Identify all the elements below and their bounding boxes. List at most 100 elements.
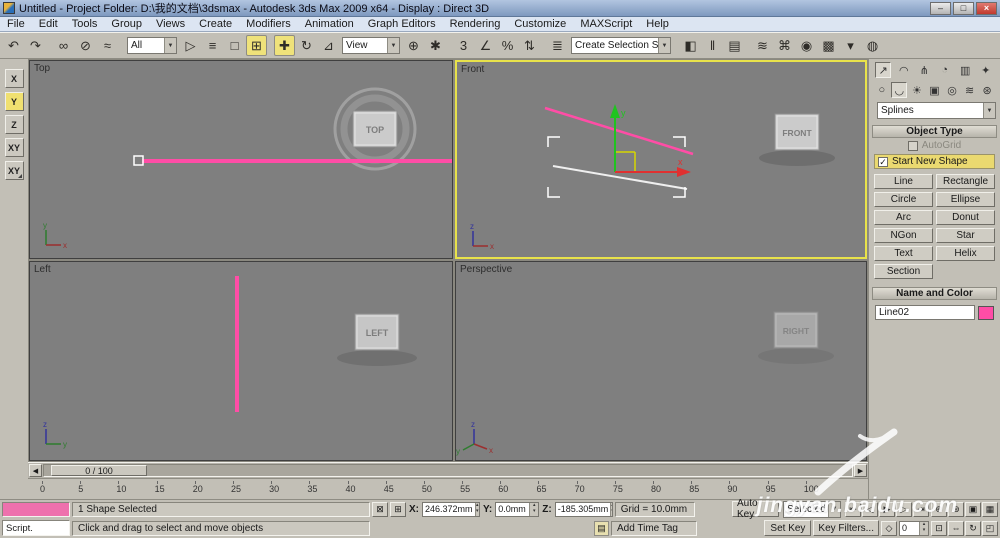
- redo-icon[interactable]: ↷: [25, 35, 46, 56]
- menu-customize[interactable]: Customize: [507, 18, 573, 30]
- display-tab-icon[interactable]: ▥: [957, 62, 973, 78]
- select-and-link-icon[interactable]: ∞: [53, 35, 74, 56]
- render-type-icon[interactable]: ▾: [840, 35, 861, 56]
- angle-snap-icon[interactable]: ∠: [475, 35, 496, 56]
- add-time-tag[interactable]: Add Time Tag: [611, 520, 697, 536]
- y-spinner[interactable]: ▴ ▾: [529, 502, 539, 516]
- absolute-offset-toggle-icon[interactable]: ⊞: [390, 501, 406, 517]
- select-and-scale-icon[interactable]: ⊿: [318, 35, 339, 56]
- selection-region-icon[interactable]: □: [224, 35, 245, 56]
- reference-coordinate-dropdown-arrow[interactable]: ▼: [387, 38, 399, 53]
- systems-tab-icon[interactable]: ⊛: [979, 82, 995, 98]
- align-icon[interactable]: ‖: [702, 35, 723, 56]
- button-rectangle[interactable]: Rectangle: [936, 174, 995, 189]
- hierarchy-tab-icon[interactable]: ⋔: [916, 62, 932, 78]
- selected-spline[interactable]: [552, 165, 688, 190]
- menu-create[interactable]: Create: [192, 18, 239, 30]
- button-line[interactable]: Line: [874, 174, 933, 189]
- use-pivot-point-icon[interactable]: ⊕: [403, 35, 424, 56]
- time-slider-handle[interactable]: 0 / 100: [51, 465, 147, 476]
- menu-file[interactable]: File: [0, 18, 32, 30]
- menu-animation[interactable]: Animation: [298, 18, 361, 30]
- object-color-swatch[interactable]: [978, 305, 994, 320]
- viewport-perspective[interactable]: Perspective RIGHT z x y: [455, 261, 867, 461]
- spline-vertex-marker[interactable]: [133, 155, 144, 166]
- viewport-front[interactable]: Front y x FRONT z x: [455, 60, 867, 259]
- frame-spinner[interactable]: ▴ ▾: [919, 521, 928, 535]
- object-name-input[interactable]: Line02: [875, 305, 975, 320]
- arc-rotate-button[interactable]: ↻: [965, 520, 981, 536]
- name-color-rollout-header[interactable]: Name and Color: [872, 287, 997, 300]
- menu-group[interactable]: Group: [104, 18, 149, 30]
- time-tag-icon[interactable]: ▤: [594, 520, 609, 536]
- viewport-top[interactable]: Top TOP y x: [29, 60, 453, 259]
- x-spinner[interactable]: ▴ ▾: [474, 502, 479, 516]
- curve-editor-icon[interactable]: ≋: [752, 35, 773, 56]
- button-ngon[interactable]: NGon: [874, 228, 933, 243]
- menu-views[interactable]: Views: [149, 18, 192, 30]
- shapes-tab-icon[interactable]: ◡: [891, 82, 908, 98]
- button-ellipse[interactable]: Ellipse: [936, 192, 995, 207]
- axis-xy-button[interactable]: XY: [4, 138, 24, 157]
- close-button[interactable]: ×: [976, 1, 997, 15]
- select-and-move-icon[interactable]: ✚: [274, 35, 295, 56]
- modify-tab-icon[interactable]: ◠: [896, 62, 912, 78]
- start-new-shape-checkbox[interactable]: ✓: [878, 156, 888, 167]
- min-max-toggle-button[interactable]: ◰: [982, 520, 998, 536]
- y-coord-field[interactable]: 0.0mm ▴ ▾: [495, 501, 540, 517]
- named-selection-sets-dropdown[interactable]: Create Selection Set ▼: [571, 37, 671, 54]
- lights-tab-icon[interactable]: ☀: [909, 82, 925, 98]
- macro-recorder-field[interactable]: [2, 501, 70, 517]
- select-object-icon[interactable]: ▷: [180, 35, 201, 56]
- reference-coordinate-dropdown[interactable]: View ▼: [342, 37, 400, 54]
- spacewarps-tab-icon[interactable]: ≋: [962, 82, 978, 98]
- geometry-tab-icon[interactable]: ○: [874, 82, 890, 98]
- mirror-icon[interactable]: ◧: [680, 35, 701, 56]
- splines-category-arrow[interactable]: ▼: [983, 103, 995, 118]
- menu-edit[interactable]: Edit: [32, 18, 65, 30]
- z-spinner[interactable]: ▴▾: [610, 502, 612, 516]
- create-tab-icon[interactable]: ↗: [875, 62, 892, 78]
- window-crossing-icon[interactable]: ⊞: [246, 35, 267, 56]
- button-star[interactable]: Star: [936, 228, 995, 243]
- spinner-snap-icon[interactable]: ⇅: [519, 35, 540, 56]
- time-slider-track[interactable]: 0 / 100: [43, 464, 853, 477]
- schematic-view-icon[interactable]: ⌘: [774, 35, 795, 56]
- maximize-button[interactable]: □: [953, 1, 974, 15]
- object-type-rollout-header[interactable]: Object Type: [872, 125, 997, 138]
- button-circle[interactable]: Circle: [874, 192, 933, 207]
- button-donut[interactable]: Donut: [936, 210, 995, 225]
- undo-icon[interactable]: ↶: [3, 35, 24, 56]
- menu-maxscript[interactable]: MAXScript: [573, 18, 639, 30]
- snaps-toggle-icon[interactable]: 3: [453, 35, 474, 56]
- menu-help[interactable]: Help: [639, 18, 676, 30]
- set-key-button[interactable]: Set Key: [764, 520, 812, 536]
- menu-modifiers[interactable]: Modifiers: [239, 18, 298, 30]
- zoom-region-button[interactable]: ⊡: [931, 520, 947, 536]
- axis-y-button[interactable]: Y: [4, 92, 24, 111]
- menu-rendering[interactable]: Rendering: [443, 18, 508, 30]
- axis-xy-button[interactable]: XY: [4, 161, 24, 180]
- select-and-manipulate-icon[interactable]: ✱: [425, 35, 446, 56]
- button-section[interactable]: Section: [874, 264, 933, 279]
- bind-to-space-warp-icon[interactable]: ≈: [97, 35, 118, 56]
- button-arc[interactable]: Arc: [874, 210, 933, 225]
- axis-x-button[interactable]: X: [4, 69, 24, 88]
- selection-filter-dropdown[interactable]: All ▼: [127, 37, 177, 54]
- key-mode-toggle-icon[interactable]: ◇: [881, 520, 897, 536]
- current-frame-field[interactable]: 0 ▴ ▾: [899, 520, 929, 536]
- x-coord-field[interactable]: 246.372mm ▴ ▾: [422, 501, 480, 517]
- material-editor-icon[interactable]: ◉: [796, 35, 817, 56]
- minimize-button[interactable]: –: [930, 1, 951, 15]
- key-filters-button[interactable]: Key Filters...: [813, 520, 879, 536]
- maxscript-mini-listener[interactable]: Script.: [2, 520, 70, 536]
- pan-button[interactable]: ⇔: [948, 520, 964, 536]
- axis-z-button[interactable]: Z: [4, 115, 24, 134]
- layer-manager-icon[interactable]: ▤: [724, 35, 745, 56]
- track-ruler[interactable]: 0 5 10 15 20 25 30 35 40 45 50 55 60 65 70 75 80 85 90 95 10…: [28, 478, 868, 499]
- utilities-tab-icon[interactable]: ✦: [978, 62, 994, 78]
- z-coord-field[interactable]: -185.305mm ▴▾: [554, 501, 613, 517]
- button-helix[interactable]: Helix: [936, 246, 995, 261]
- named-selection-sets-dropdown-arrow[interactable]: ▼: [658, 38, 670, 53]
- selection-filter-dropdown-arrow[interactable]: ▼: [164, 38, 176, 53]
